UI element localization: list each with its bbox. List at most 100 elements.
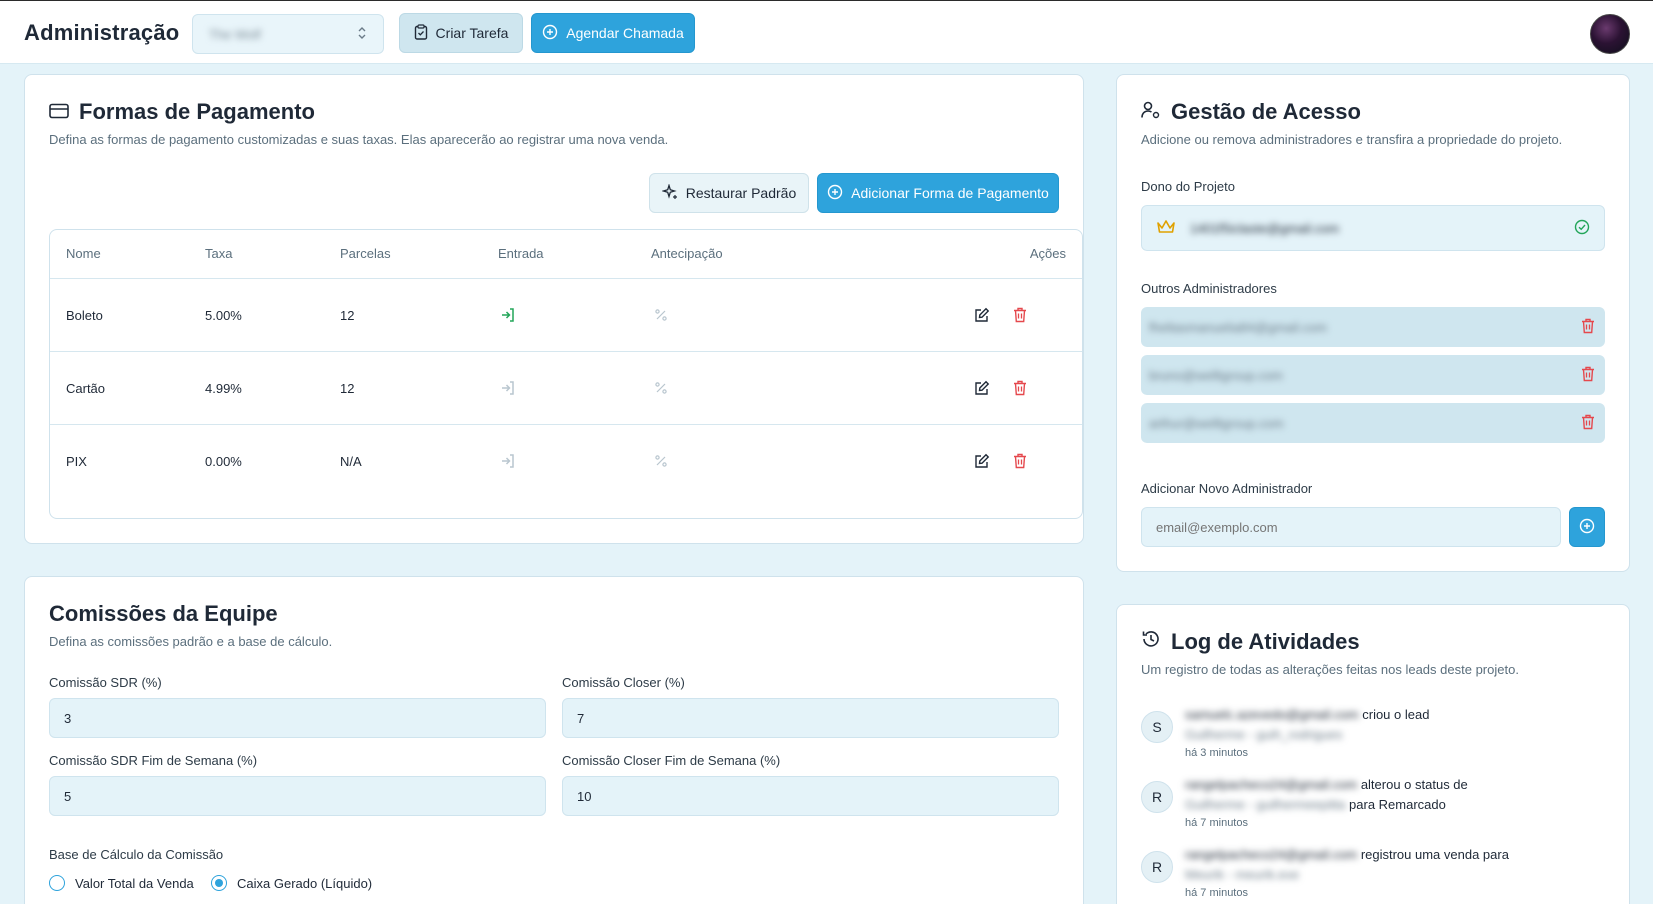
radio-button (49, 875, 65, 891)
credit-card-icon (49, 99, 69, 125)
admin-list-item: arthur@welltgroup.com (1141, 403, 1605, 443)
activity-log-card: Log de Atividades Um registro de todas a… (1116, 604, 1630, 904)
project-select[interactable]: The Wolf (192, 14, 384, 54)
payment-installments: 12 (340, 308, 355, 323)
chevron-updown-icon (357, 26, 367, 43)
anticipation-percent-icon[interactable] (651, 378, 671, 398)
column-header-fee: Taxa (205, 246, 233, 261)
admin-list-item: fheltasmanuelia84@gmail.com (1141, 307, 1605, 347)
closer-commission-input[interactable]: 7 (562, 698, 1059, 738)
project-select-value: The Wolf (209, 26, 261, 42)
sdr-weekend-commission-label: Comissão SDR Fim de Semana (%) (49, 753, 258, 768)
trash-icon[interactable] (1010, 378, 1030, 398)
edit-icon[interactable] (972, 451, 992, 471)
radio-button-selected (211, 875, 227, 891)
create-task-button[interactable]: Criar Tarefa (399, 13, 523, 53)
payment-fee: 0.00% (205, 454, 242, 469)
entry-login-icon[interactable] (498, 305, 518, 325)
payment-fee: 4.99% (205, 381, 242, 396)
log-entry-text: samuelc.azevedo@gmail.com criou o lead G… (1185, 705, 1585, 745)
payment-methods-title: Formas de Pagamento (49, 99, 315, 125)
log-entry-text: rangelpacheco24@gmail.com alterou o stat… (1185, 775, 1585, 815)
edit-icon[interactable] (972, 305, 992, 325)
table-row: PIX 0.00% N/A (50, 424, 1082, 497)
column-header-installments: Parcelas (340, 246, 391, 261)
log-user-avatar: R (1141, 851, 1173, 883)
log-target-lead: Guilherme - guilhermeepitta (1185, 797, 1346, 812)
anticipation-percent-icon[interactable] (651, 305, 671, 325)
entry-login-icon[interactable] (498, 451, 518, 471)
payment-name: Cartão (66, 381, 106, 396)
trash-icon[interactable] (1581, 414, 1595, 433)
closer-weekend-commission-input[interactable]: 10 (562, 776, 1059, 816)
user-cog-icon (1141, 99, 1161, 125)
schedule-call-label: Agendar Chamada (566, 25, 684, 41)
payment-methods-card: Formas de Pagamento Defina as formas de … (24, 74, 1084, 544)
column-header-entry: Entrada (498, 246, 544, 261)
log-action-suffix: para Remarcado (1349, 797, 1446, 812)
crown-icon (1156, 219, 1176, 238)
trash-icon[interactable] (1581, 366, 1595, 385)
log-user-email: rangelpacheco24@gmail.com (1185, 847, 1358, 862)
sdr-weekend-commission-input[interactable]: 5 (49, 776, 546, 816)
log-user-email: samuelc.azevedo@gmail.com (1185, 707, 1359, 722)
admin-email: arthur@welltgroup.com (1149, 415, 1284, 431)
table-row: Boleto 5.00% 12 (50, 278, 1082, 351)
column-header-anticipation: Antecipação (651, 246, 723, 261)
log-item: R rangelpacheco24@gmail.com registrou um… (1141, 845, 1611, 904)
commission-base-label: Base de Cálculo da Comissão (49, 847, 224, 862)
access-management-subtitle: Adicione ou remova administradores e tra… (1141, 132, 1563, 147)
restore-default-label: Restaurar Padrão (685, 185, 797, 201)
plus-circle-icon (827, 184, 843, 203)
payment-fee: 5.00% (205, 308, 242, 323)
log-user-avatar: R (1141, 781, 1173, 813)
sparkles-icon (661, 182, 678, 203)
project-owner-field: 1401f5iclaste@gmail.com (1141, 205, 1605, 251)
radio-total-sale[interactable]: Valor Total da Venda (49, 875, 194, 891)
log-item: S samuelc.azevedo@gmail.com criou o lead… (1141, 705, 1611, 765)
log-timestamp: há 3 minutos (1185, 747, 1248, 759)
payment-methods-subtitle: Defina as formas de pagamento customizad… (49, 132, 669, 147)
anticipation-percent-icon[interactable] (651, 451, 671, 471)
column-header-actions: Ações (1029, 246, 1066, 261)
plus-circle-icon (1579, 518, 1595, 537)
clipboard-icon (414, 23, 428, 43)
add-admin-email-input[interactable] (1141, 507, 1561, 547)
restore-default-button[interactable]: Restaurar Padrão (649, 173, 809, 213)
other-admins-label: Outros Administradores (1141, 281, 1277, 296)
trash-icon[interactable] (1010, 451, 1030, 471)
project-owner-label: Dono do Projeto (1141, 179, 1235, 194)
schedule-call-button[interactable]: Agendar Chamada (531, 13, 695, 53)
check-circle-icon (1574, 219, 1590, 238)
page-title: Administração (24, 20, 180, 45)
team-commissions-subtitle: Defina as comissões padrão e a base de c… (49, 634, 333, 649)
log-user-email: rangelpacheco24@gmail.com (1185, 777, 1358, 792)
payment-installments: 12 (340, 381, 355, 396)
admin-email: bruno@welltgroup.com (1149, 367, 1283, 383)
radio-net-cash[interactable]: Caixa Gerado (Líquido) (211, 875, 372, 891)
team-commissions-title: Comissões da Equipe (49, 601, 278, 626)
activity-log-title: Log de Atividades (1141, 629, 1360, 655)
add-admin-button[interactable] (1569, 507, 1605, 547)
sdr-commission-input[interactable]: 3 (49, 698, 546, 738)
trash-icon[interactable] (1581, 318, 1595, 337)
access-management-card: Gestão de Acesso Adicione ou remova admi… (1116, 74, 1630, 572)
history-icon (1141, 629, 1161, 655)
edit-icon[interactable] (972, 378, 992, 398)
payment-name: PIX (66, 454, 87, 469)
log-entry-text: rangelpacheco24@gmail.com registrou uma … (1185, 845, 1585, 885)
add-payment-method-button[interactable]: Adicionar Forma de Pagamento (817, 173, 1059, 213)
add-payment-method-label: Adicionar Forma de Pagamento (851, 185, 1049, 201)
payment-installments: N/A (340, 454, 362, 469)
log-action: alterou o status de (1360, 777, 1468, 792)
trash-icon[interactable] (1010, 305, 1030, 325)
column-header-name: Nome (66, 246, 101, 261)
user-avatar[interactable] (1590, 14, 1630, 54)
table-row: Cartão 4.99% 12 (50, 351, 1082, 424)
create-task-label: Criar Tarefa (435, 25, 509, 41)
closer-commission-label: Comissão Closer (%) (562, 675, 685, 690)
add-admin-label: Adicionar Novo Administrador (1141, 481, 1313, 496)
entry-login-icon[interactable] (498, 378, 518, 398)
admin-email: fheltasmanuelia84@gmail.com (1149, 319, 1327, 335)
access-management-title: Gestão de Acesso (1141, 99, 1361, 125)
